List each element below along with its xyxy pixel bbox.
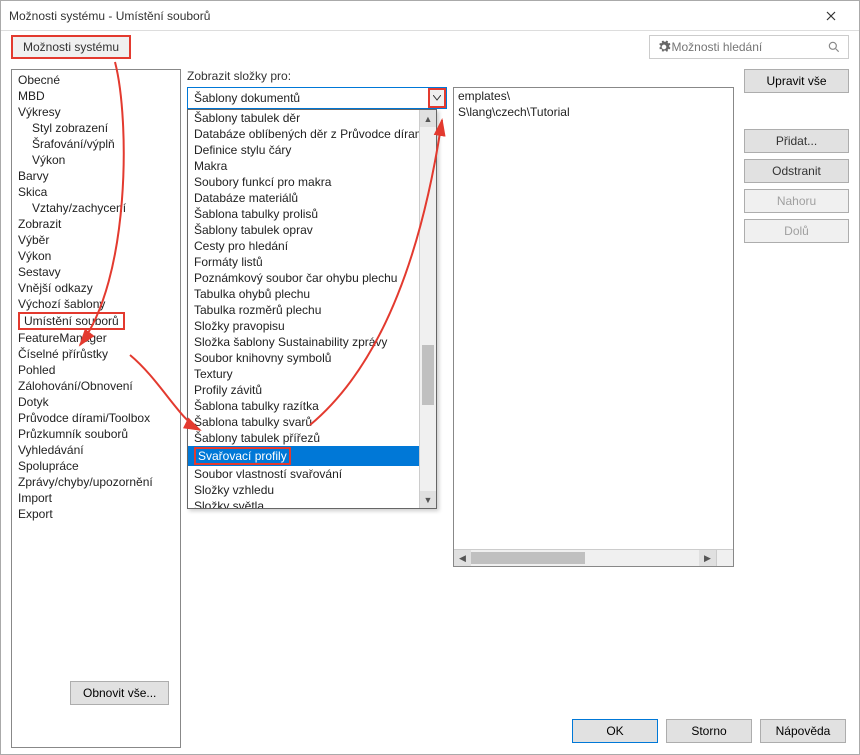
scroll-track[interactable] — [420, 127, 436, 491]
help-button[interactable]: Nápověda — [760, 719, 846, 743]
sidebar-item[interactable]: Výkon — [12, 152, 180, 168]
path-line[interactable]: emplates\ — [454, 88, 733, 104]
sidebar-item[interactable]: Výkresy — [12, 104, 180, 120]
dropdown-list[interactable]: Šablony tabulek děrDatabáze oblíbených d… — [187, 109, 437, 509]
restore-area: Obnovit vše... — [70, 681, 169, 705]
sidebar-item[interactable]: Zobrazit — [12, 216, 180, 232]
add-button[interactable]: Přidat... — [744, 129, 849, 153]
sidebar-item[interactable]: Spolupráce — [12, 458, 180, 474]
sidebar-item[interactable]: Export — [12, 506, 180, 522]
gear-icon — [656, 39, 672, 55]
scroll-up-icon[interactable]: ▲ — [420, 110, 436, 127]
move-up-button[interactable]: Nahoru — [744, 189, 849, 213]
folder-type-combo[interactable]: Šablony dokumentů Šablony tabulek děrDat… — [187, 87, 447, 109]
sidebar-item[interactable]: Výkon — [12, 248, 180, 264]
tab-system-options[interactable]: Možnosti systému — [11, 35, 131, 59]
titlebar: Možnosti systému - Umístění souborů — [1, 1, 859, 31]
sidebar-item[interactable]: FeatureManager — [12, 330, 180, 346]
sidebar-item[interactable]: Obecné — [12, 72, 180, 88]
close-button[interactable] — [811, 2, 851, 30]
scroll-track-h[interactable] — [471, 550, 699, 566]
sidebar-item[interactable]: Pohled — [12, 362, 180, 378]
sidebar-item[interactable]: Zálohování/Obnovení — [12, 378, 180, 394]
sidebar-item[interactable]: Sestavy — [12, 264, 180, 280]
dropdown-scrollbar[interactable]: ▲ ▼ — [419, 110, 436, 508]
search-box[interactable] — [649, 35, 849, 59]
dropdown-item[interactable]: Textury — [188, 366, 436, 382]
restore-all-button[interactable]: Obnovit vše... — [70, 681, 169, 705]
main-panel: Zobrazit složky pro: Šablony dokumentů Š… — [187, 69, 849, 748]
dropdown-item[interactable]: Databáze oblíbených děr z Průvodce díram… — [188, 126, 436, 142]
category-sidebar[interactable]: ObecnéMBDVýkresyStyl zobrazeníŠrafování/… — [11, 69, 181, 748]
dropdown-item[interactable]: Profily závitů — [188, 382, 436, 398]
scroll-thumb-h[interactable] — [471, 552, 585, 564]
sidebar-item[interactable]: Vnější odkazy — [12, 280, 180, 296]
sidebar-item[interactable]: Průvodce dírami/Toolbox — [12, 410, 180, 426]
dropdown-item[interactable]: Soubor knihovny symbolů — [188, 350, 436, 366]
dropdown-item[interactable]: Databáze materiálů — [188, 190, 436, 206]
toolbar: Možnosti systému — [1, 31, 859, 63]
dropdown-item[interactable]: Soubory funkcí pro makra — [188, 174, 436, 190]
close-icon — [826, 11, 836, 21]
dropdown-item[interactable]: Soubor vlastností svařování — [188, 466, 436, 482]
dropdown-item[interactable]: Šablona tabulky svarů — [188, 414, 436, 430]
body-area: ObecnéMBDVýkresyStyl zobrazeníŠrafování/… — [1, 63, 859, 754]
dropdown-item[interactable]: Složka šablony Sustainability zprávy — [188, 334, 436, 350]
sidebar-item[interactable]: Průzkumník souborů — [12, 426, 180, 442]
delete-button[interactable]: Odstranit — [744, 159, 849, 183]
options-dialog: Možnosti systému - Umístění souborů Možn… — [0, 0, 860, 755]
sidebar-item[interactable]: Barvy — [12, 168, 180, 184]
sidebar-item[interactable]: Vyhledávání — [12, 442, 180, 458]
dialog-button-row: OK Storno Nápověda — [572, 719, 846, 743]
dropdown-item[interactable]: Cesty pro hledání — [188, 238, 436, 254]
cancel-button[interactable]: Storno — [666, 719, 752, 743]
sidebar-item[interactable]: Vztahy/zachycení — [12, 200, 180, 216]
scroll-right-icon[interactable]: ▶ — [699, 550, 716, 566]
scroll-thumb[interactable] — [422, 345, 434, 405]
dropdown-item[interactable]: Šablona tabulky razítka — [188, 398, 436, 414]
dropdown-item[interactable]: Šablony tabulek oprav — [188, 222, 436, 238]
scroll-corner — [716, 549, 733, 566]
horizontal-scrollbar[interactable]: ◀ ▶ — [454, 549, 716, 566]
ok-button[interactable]: OK — [572, 719, 658, 743]
dropdown-item[interactable]: Šablony tabulek přířezů — [188, 430, 436, 446]
dropdown-item[interactable]: Šablona tabulky prolisů — [188, 206, 436, 222]
dropdown-item[interactable]: Poznámkový soubor čar ohybu plechu — [188, 270, 436, 286]
dropdown-item[interactable]: Šablony tabulek děr — [188, 110, 436, 126]
dropdown-item[interactable]: Definice stylu čáry — [188, 142, 436, 158]
sidebar-item[interactable]: Styl zobrazení — [12, 120, 180, 136]
move-down-button[interactable]: Dolů — [744, 219, 849, 243]
sidebar-item[interactable]: Dotyk — [12, 394, 180, 410]
sidebar-item[interactable]: Výběr — [12, 232, 180, 248]
sidebar-item[interactable]: Zprávy/chyby/upozornění — [12, 474, 180, 490]
dropdown-item[interactable]: Tabulka ohybů plechu — [188, 286, 436, 302]
sidebar-item[interactable]: Skica — [12, 184, 180, 200]
sidebar-item[interactable]: Výchozí šablony — [12, 296, 180, 312]
sidebar-item[interactable]: MBD — [12, 88, 180, 104]
sidebar-item[interactable]: Šrafování/výplň — [12, 136, 180, 152]
edit-all-button[interactable]: Upravit vše — [744, 69, 849, 93]
folders-listbox[interactable]: emplates\ S\lang\czech\Tutorial ◀ ▶ — [453, 87, 734, 567]
action-button-column: Přidat... Odstranit Nahoru Dolů — [744, 129, 849, 243]
window-title: Možnosti systému - Umístění souborů — [9, 9, 811, 23]
dropdown-item[interactable]: Složky pravopisu — [188, 318, 436, 334]
dropdown-item[interactable]: Svařovací profily — [188, 446, 436, 466]
dropdown-item[interactable]: Makra — [188, 158, 436, 174]
search-input[interactable] — [672, 40, 827, 54]
sidebar-item[interactable]: Umístění souborů — [18, 312, 125, 330]
sidebar-item[interactable]: Číselné přírůstky — [12, 346, 180, 362]
search-icon — [827, 39, 843, 55]
dropdown-item[interactable]: Složky vzhledu — [188, 482, 436, 498]
scroll-down-icon[interactable]: ▼ — [420, 491, 436, 508]
combo-value: Šablony dokumentů — [188, 91, 428, 105]
sidebar-item[interactable]: Import — [12, 490, 180, 506]
dropdown-item[interactable]: Tabulka rozměrů plechu — [188, 302, 436, 318]
chevron-down-icon[interactable] — [428, 88, 446, 108]
path-line[interactable]: S\lang\czech\Tutorial — [454, 104, 733, 120]
scroll-left-icon[interactable]: ◀ — [454, 550, 471, 566]
dropdown-item[interactable]: Formáty listů — [188, 254, 436, 270]
dropdown-item[interactable]: Složky světla — [188, 498, 436, 509]
